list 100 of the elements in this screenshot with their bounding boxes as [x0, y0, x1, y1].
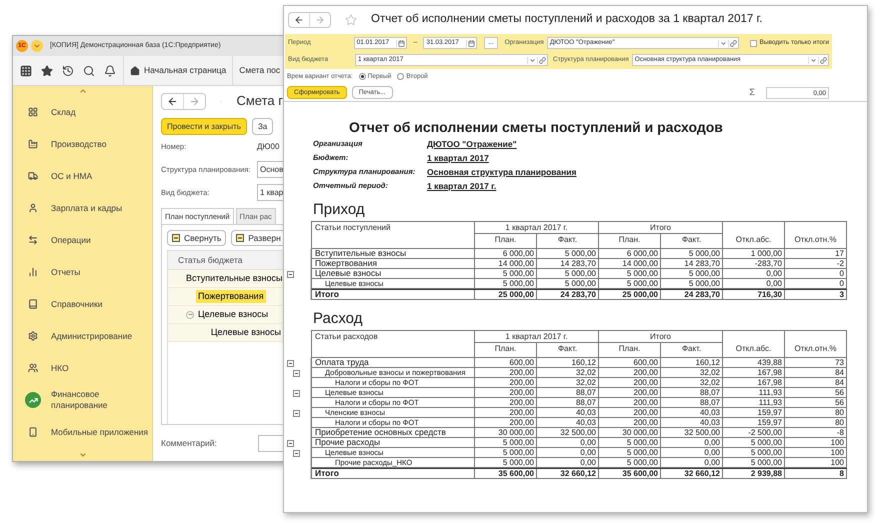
table-cell: 200,00 — [475, 418, 537, 428]
table-cell: 200,00 — [475, 408, 537, 418]
table-cell: 14 283,70 — [661, 259, 723, 269]
checkbox[interactable] — [750, 40, 756, 46]
table-cell: 167,98 — [723, 378, 785, 388]
comment-field[interactable] — [258, 434, 283, 452]
table-cell: 200,00 — [475, 368, 537, 378]
table-cell: 5 000,00 — [475, 269, 537, 279]
table-cell: 56 — [785, 398, 847, 408]
table-cell: 32 500,00 — [537, 428, 599, 438]
sidebar-item[interactable]: Зарплата и кадры — [13, 192, 152, 224]
table-cell: 0 — [785, 269, 847, 279]
sidebar-item[interactable]: Отчеты — [13, 256, 152, 288]
sidebar-item[interactable]: Справочники — [13, 288, 152, 320]
table-cell: 5 000,00 — [537, 249, 599, 259]
table-cell: 35 600,00 — [599, 469, 661, 479]
calendar-icon[interactable] — [466, 40, 476, 46]
table-cell: 159,97 — [723, 418, 785, 428]
table-cell: 200,00 — [475, 398, 537, 408]
table-cell: 14 283,70 — [537, 259, 599, 269]
calendar-icon[interactable] — [396, 40, 406, 46]
column-header: План. — [599, 343, 661, 358]
report-field-value: ДЮТОО "Отражение" — [427, 138, 517, 150]
dropdown-icon[interactable] — [808, 56, 818, 64]
list-item[interactable]: Пожертвования — [196, 290, 266, 304]
form-button[interactable]: Провести и закрыть — [161, 118, 247, 135]
open-link-icon[interactable] — [818, 56, 828, 64]
form-button[interactable]: За — [252, 118, 274, 135]
table-cell: 0,00 — [537, 448, 599, 458]
table-cell: 25 000,00 — [599, 290, 661, 300]
report-field-value: Основная структура планирования — [427, 166, 576, 178]
dropdown-icon[interactable] — [718, 40, 728, 46]
table-cell: 0,00 — [723, 269, 785, 279]
table-cell: -8 — [785, 428, 847, 438]
document-tab[interactable]: Смета пос — [233, 56, 283, 85]
table-cell: 24 283,70 — [661, 290, 723, 300]
form-title: Смета г — [236, 92, 283, 110]
table-cell: 6 000,00 — [599, 249, 661, 259]
table-cell: 56 — [785, 388, 847, 398]
table-cell: 5 000,00 — [599, 448, 661, 458]
bell-icon[interactable] — [104, 64, 116, 76]
sidebar-item[interactable]: Мобильные приложения — [13, 416, 152, 448]
column-header: Откл.абс. — [723, 343, 785, 358]
column-header: Откл.отн.% — [785, 234, 847, 249]
table-cell: 200,00 — [599, 408, 661, 418]
collapse-icon[interactable] — [287, 270, 294, 278]
table-cell: 0,00 — [723, 279, 785, 289]
table-cell: 100 — [785, 448, 847, 458]
column-header: Статьи поступлений — [312, 222, 475, 249]
sidebar-item[interactable]: Финансовое планирование — [13, 384, 152, 416]
table-cell: 32,02 — [537, 378, 599, 388]
table-cell: Пожертвования — [312, 259, 475, 269]
table-cell: 84 — [785, 368, 847, 378]
report-field-value: 1 квартал 2017 г. — [427, 180, 496, 192]
collapse-icon[interactable] — [293, 390, 300, 396]
collapse-icon[interactable] — [287, 360, 294, 366]
star-icon[interactable] — [41, 64, 53, 76]
table-cell: 200,00 — [475, 378, 537, 388]
table-cell: 5 000,00 — [723, 448, 785, 458]
column-header: Откл.отн.% — [785, 343, 847, 358]
apps-icon[interactable] — [20, 64, 32, 76]
search-icon[interactable] — [83, 64, 95, 76]
toolbar-button[interactable]: Свернуть — [167, 230, 226, 246]
column-header: План. — [599, 234, 661, 249]
collapse-icon[interactable] — [293, 450, 300, 456]
sidebar-item[interactable]: Производство — [13, 128, 152, 160]
history-icon[interactable] — [62, 64, 74, 76]
table-cell: 5 000,00 — [599, 438, 661, 448]
table-cell: 88,07 — [537, 398, 599, 408]
toolbar-button[interactable]: Разверн — [231, 230, 283, 246]
table-cell: 159,97 — [723, 408, 785, 418]
collapse-icon[interactable] — [287, 440, 294, 446]
table-cell: 5 000,00 — [475, 458, 537, 468]
sidebar-item[interactable]: ОС и НМА — [13, 160, 152, 192]
home-tab[interactable]: Начальная страница — [124, 56, 234, 85]
column-header: Итого — [599, 331, 723, 343]
table-cell: 5 000,00 — [475, 279, 537, 289]
sidebar-item[interactable]: Склад — [13, 96, 152, 128]
section-title: Расход — [312, 309, 362, 329]
table-cell: 5 000,00 — [599, 458, 661, 468]
table-cell: 0,00 — [661, 458, 723, 468]
table-cell: 88,07 — [537, 388, 599, 398]
open-link-icon[interactable] — [728, 40, 738, 46]
sidebar-item[interactable]: Администрирование — [13, 320, 152, 352]
table-cell: 88,07 — [661, 398, 723, 408]
collapse-icon[interactable] — [293, 410, 300, 416]
table-cell: 14 000,00 — [475, 259, 537, 269]
table-cell: 100 — [785, 458, 847, 468]
dropdown-icon[interactable] — [527, 56, 537, 64]
table-cell: -2 — [785, 259, 847, 269]
table-cell: 200,00 — [475, 388, 537, 398]
open-link-icon[interactable] — [537, 56, 547, 64]
sidebar-item[interactable]: НКО — [13, 352, 152, 384]
field-value: ДЮ00 — [257, 140, 280, 152]
report-field-value: 1 квартал 2017 — [427, 152, 489, 164]
sidebar-item[interactable]: Операции — [13, 224, 152, 256]
table-cell: 5 000,00 — [475, 438, 537, 448]
collapse-icon[interactable] — [293, 370, 300, 376]
sum-label: Σ — [749, 86, 755, 99]
table-cell: 80 — [785, 408, 847, 418]
